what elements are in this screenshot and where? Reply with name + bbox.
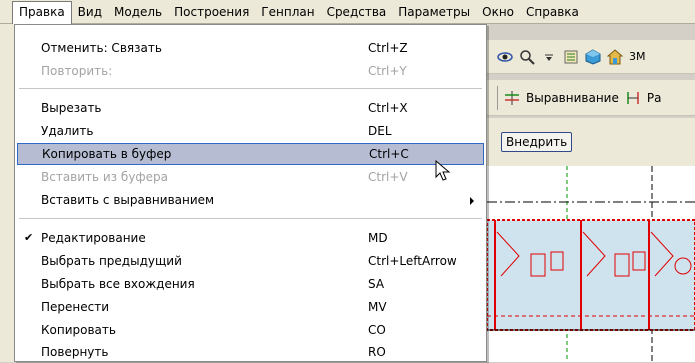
menu-item-move[interactable]: Перенести MV xyxy=(17,296,484,318)
menu-item-label: Выбрать все вхождения xyxy=(41,277,195,291)
menu-site-plan[interactable]: Генплан xyxy=(255,2,320,22)
menu-help[interactable]: Справка xyxy=(520,2,585,22)
menu-item-label: Повторить: xyxy=(41,64,113,78)
menu-item-label: Повернуть xyxy=(41,345,109,359)
menu-item-label: Отменить: Связать xyxy=(41,41,162,55)
orbit-icon[interactable] xyxy=(497,49,513,65)
submenu-arrow-icon xyxy=(470,197,474,205)
layers-icon[interactable] xyxy=(563,49,579,65)
left-toolbar-strip xyxy=(0,24,15,362)
menu-item-shortcut: Ctrl+LeftArrow xyxy=(368,254,457,268)
menu-item-label: Вырезать xyxy=(41,101,102,115)
toolbar-divider xyxy=(497,85,498,110)
menu-item-rotate[interactable]: Повернуть RO xyxy=(17,341,484,363)
menu-item-shortcut: Ctrl+X xyxy=(368,101,408,115)
menu-item-select-all-occurrences[interactable]: Выбрать все вхождения SA xyxy=(17,273,484,295)
align-button-label[interactable]: Выравнивание xyxy=(526,91,619,105)
menu-window[interactable]: Окно xyxy=(476,2,520,22)
menu-item-copy-to-clipboard[interactable]: Копировать в буфер Ctrl+C xyxy=(17,143,484,165)
menu-item-label: Выбрать предыдущий xyxy=(41,254,182,268)
menu-model[interactable]: Модель xyxy=(108,2,168,22)
zoom-dropdown-icon[interactable] xyxy=(541,49,557,65)
house-3d-icon[interactable] xyxy=(607,48,623,65)
menu-item-delete[interactable]: Удалить DEL xyxy=(17,120,484,142)
menu-edit[interactable]: Правка xyxy=(12,1,72,24)
menu-item-paste[interactable]: Вставить из буфера Ctrl+V xyxy=(17,166,484,188)
menu-item-select-previous[interactable]: Выбрать предыдущий Ctrl+LeftArrow xyxy=(17,250,484,272)
menu-item-label: Редактирование xyxy=(41,231,146,245)
view-toolbar: 3M xyxy=(487,40,695,74)
menu-item-shortcut: MD xyxy=(368,231,388,245)
floor-plan-drawing xyxy=(487,166,695,362)
view-3d-label[interactable]: 3M xyxy=(629,50,646,63)
menu-item-shortcut: Ctrl+V xyxy=(368,170,408,184)
menu-item-label: Удалить xyxy=(41,124,94,138)
menu-item-editing[interactable]: ✔ Редактирование MD xyxy=(17,227,484,249)
menu-item-label: Перенести xyxy=(41,300,110,314)
checkmark-icon: ✔ xyxy=(24,231,34,244)
distribute-icon[interactable] xyxy=(625,90,641,106)
menu-item-shortcut: Ctrl+Z xyxy=(368,41,408,55)
distribute-button-label[interactable]: Ра xyxy=(647,91,662,105)
menu-item-label: Вставить с выравниванием xyxy=(41,193,215,207)
edit-menu-dropdown: Отменить: Связать Ctrl+Z Повторить: Ctrl… xyxy=(14,24,487,362)
mouse-cursor-icon xyxy=(435,160,451,181)
embed-toolbar: Внедрить xyxy=(487,118,695,166)
menu-separator xyxy=(19,88,482,89)
menu-tools[interactable]: Средства xyxy=(321,2,393,22)
menu-item-shortcut: DEL xyxy=(368,124,392,138)
menu-item-redo[interactable]: Повторить: Ctrl+Y xyxy=(17,60,484,82)
menu-item-undo[interactable]: Отменить: Связать Ctrl+Z xyxy=(17,37,484,59)
menu-item-label: Копировать xyxy=(41,323,116,337)
menu-item-cut[interactable]: Вырезать Ctrl+X xyxy=(17,97,484,119)
drawing-canvas[interactable] xyxy=(487,166,695,362)
align-toolbar: Выравнивание Ра xyxy=(487,80,695,116)
menu-item-shortcut: SA xyxy=(368,277,385,291)
embed-button[interactable]: Внедрить xyxy=(501,132,573,152)
room-fill xyxy=(487,220,695,330)
menu-item-shortcut: Ctrl+Y xyxy=(368,64,407,78)
menu-separator xyxy=(19,218,482,219)
menu-view[interactable]: Вид xyxy=(72,2,108,22)
menu-item-label: Вставить из буфера xyxy=(41,170,169,184)
menu-options[interactable]: Параметры xyxy=(392,2,476,22)
cube-icon[interactable] xyxy=(585,48,601,65)
menu-item-copy[interactable]: Копировать CO xyxy=(17,319,484,341)
zoom-icon[interactable] xyxy=(519,49,535,65)
menu-item-shortcut: RO xyxy=(368,345,386,359)
menu-item-shortcut: CO xyxy=(368,323,386,337)
menu-constructions[interactable]: Построения xyxy=(168,2,255,22)
menu-item-label: Копировать в буфер xyxy=(42,147,172,161)
menu-bar: Правка Вид Модель Построения Генплан Сре… xyxy=(0,0,695,24)
menu-item-shortcut: MV xyxy=(368,300,387,314)
menu-item-paste-aligned[interactable]: Вставить с выравниванием xyxy=(17,189,484,211)
align-icon[interactable] xyxy=(504,90,520,106)
menu-item-shortcut: Ctrl+C xyxy=(369,147,409,161)
